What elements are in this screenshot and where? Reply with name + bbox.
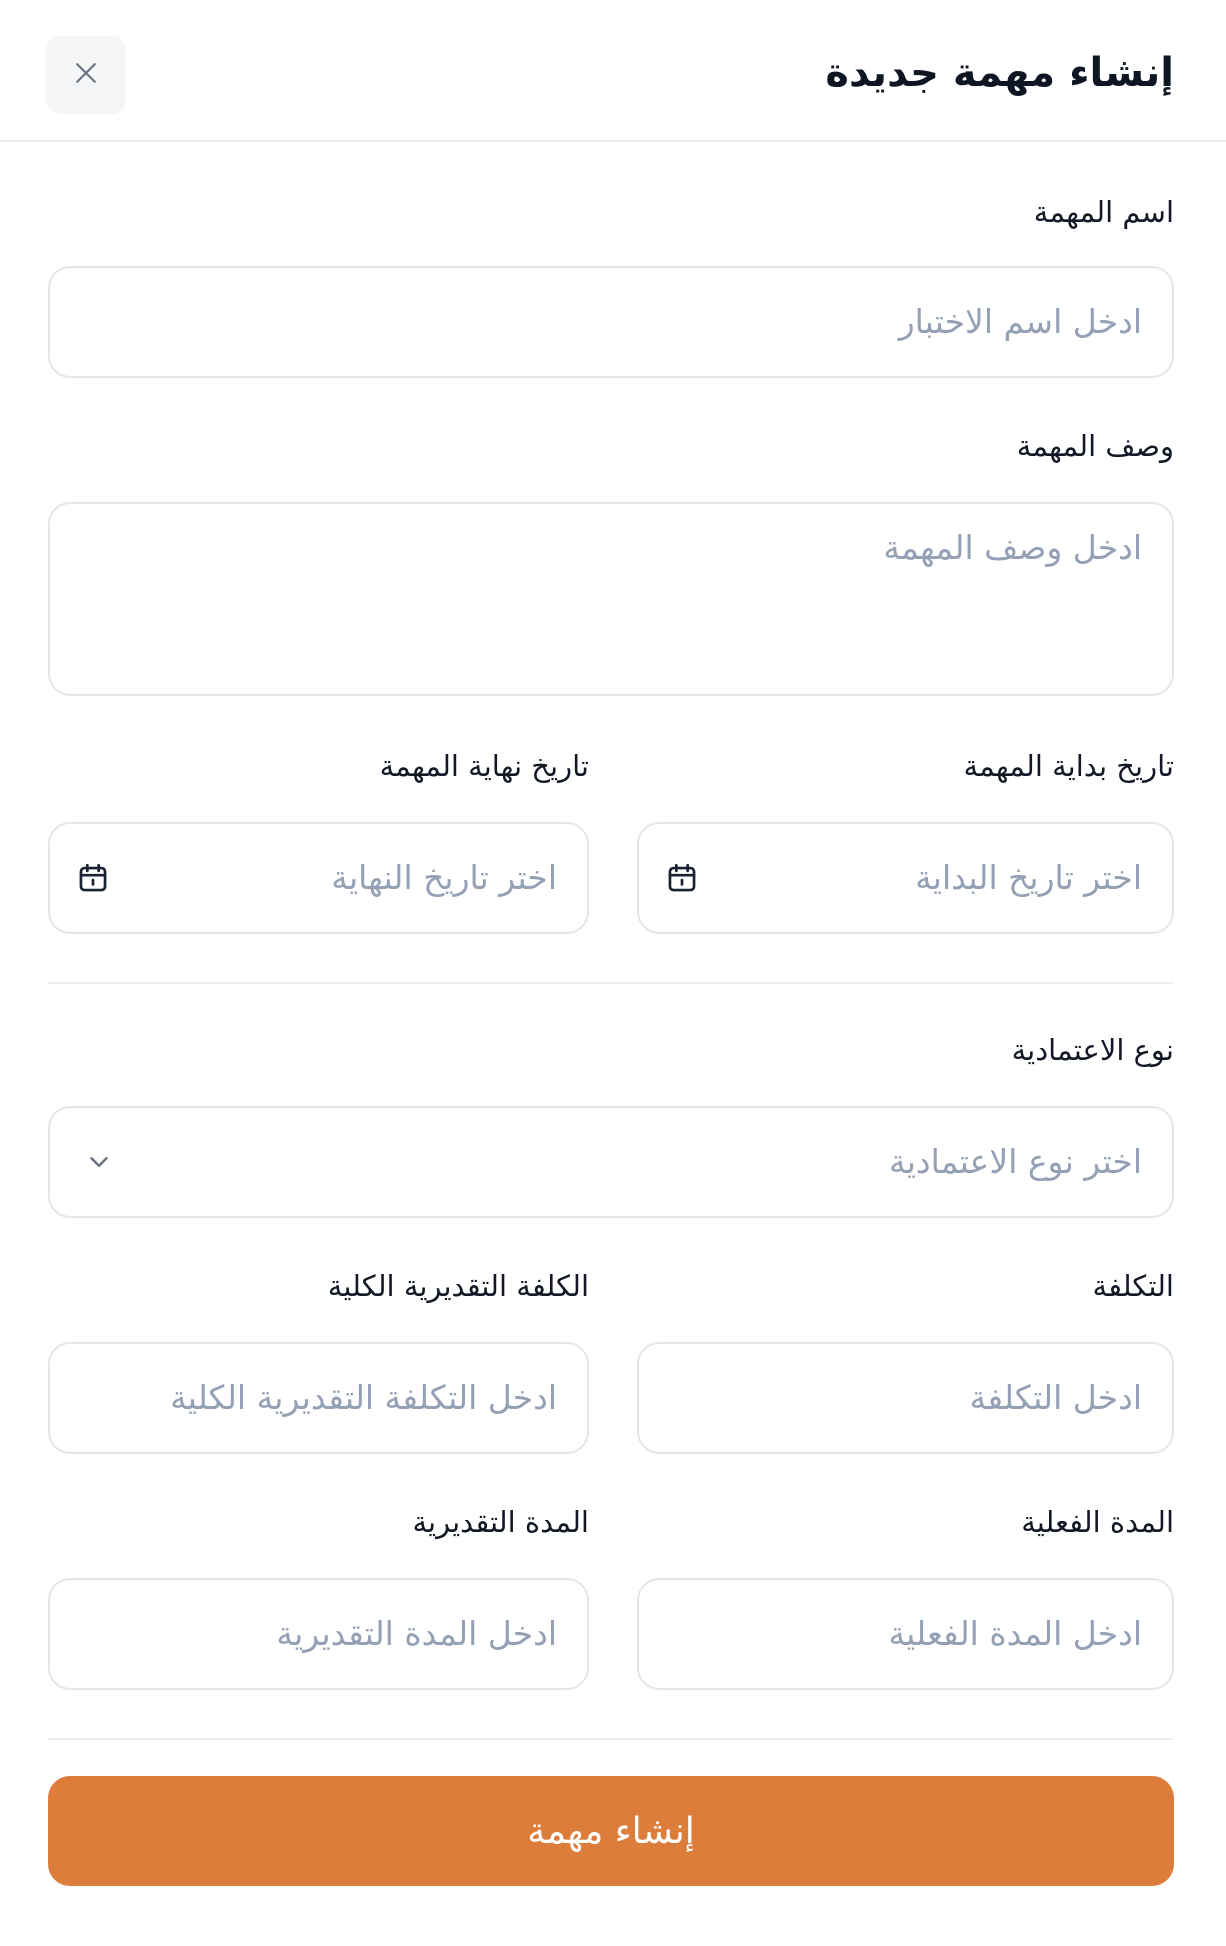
create-task-button[interactable]: إنشاء مهمة — [48, 1776, 1174, 1886]
cost-input[interactable]: ادخل التكلفة — [637, 1342, 1174, 1454]
task-name-placeholder: ادخل اسم الاختبار — [898, 302, 1142, 341]
actual-duration-placeholder: ادخل المدة الفعلية — [888, 1614, 1142, 1653]
end-date-label: تاريخ نهاية المهمة — [379, 749, 589, 783]
task-name-label: اسم المهمة — [1033, 195, 1174, 229]
close-button[interactable] — [46, 36, 126, 114]
footer-divider — [48, 1738, 1174, 1740]
start-date-placeholder: اختر تاريخ البداية — [915, 858, 1142, 897]
task-description-label: وصف المهمة — [1016, 429, 1174, 463]
approval-type-placeholder: اختر نوع الاعتمادية — [889, 1142, 1142, 1181]
task-description-placeholder: ادخل وصف المهمة — [883, 528, 1142, 567]
cost-placeholder: ادخل التكلفة — [969, 1378, 1142, 1417]
create-task-button-label: إنشاء مهمة — [527, 1810, 695, 1852]
end-date-picker[interactable]: اختر تاريخ النهاية — [48, 822, 589, 934]
close-icon — [71, 58, 101, 92]
estimated-duration-input[interactable]: ادخل المدة التقديرية — [48, 1578, 589, 1690]
modal-header: إنشاء مهمة جديدة — [0, 0, 1226, 142]
approval-type-label: نوع الاعتمادية — [1011, 1033, 1174, 1067]
section-divider — [48, 982, 1174, 984]
estimated-total-cost-input[interactable]: ادخل التكلفة التقديرية الكلية — [48, 1342, 589, 1454]
estimated-duration-label: المدة التقديرية — [412, 1505, 589, 1539]
estimated-total-cost-placeholder: ادخل التكلفة التقديرية الكلية — [170, 1378, 557, 1417]
end-date-placeholder: اختر تاريخ النهاية — [331, 858, 557, 897]
cost-label: التكلفة — [1092, 1269, 1174, 1303]
create-task-modal: إنشاء مهمة جديدة اسم المهمة ادخل اسم الا… — [0, 0, 1226, 1946]
actual-duration-input[interactable]: ادخل المدة الفعلية — [637, 1578, 1174, 1690]
task-description-textarea[interactable]: ادخل وصف المهمة — [48, 502, 1174, 696]
estimated-total-cost-label: الكلفة التقديرية الكلية — [327, 1269, 589, 1303]
calendar-icon — [76, 861, 110, 895]
start-date-picker[interactable]: اختر تاريخ البداية — [637, 822, 1174, 934]
task-name-input[interactable]: ادخل اسم الاختبار — [48, 266, 1174, 378]
actual-duration-label: المدة الفعلية — [1021, 1505, 1174, 1539]
calendar-icon — [665, 861, 699, 895]
chevron-down-icon — [84, 1147, 114, 1177]
modal-title: إنشاء مهمة جديدة — [825, 50, 1174, 96]
estimated-duration-placeholder: ادخل المدة التقديرية — [276, 1614, 557, 1653]
approval-type-select[interactable]: اختر نوع الاعتمادية — [48, 1106, 1174, 1218]
start-date-label: تاريخ بداية المهمة — [963, 749, 1174, 783]
